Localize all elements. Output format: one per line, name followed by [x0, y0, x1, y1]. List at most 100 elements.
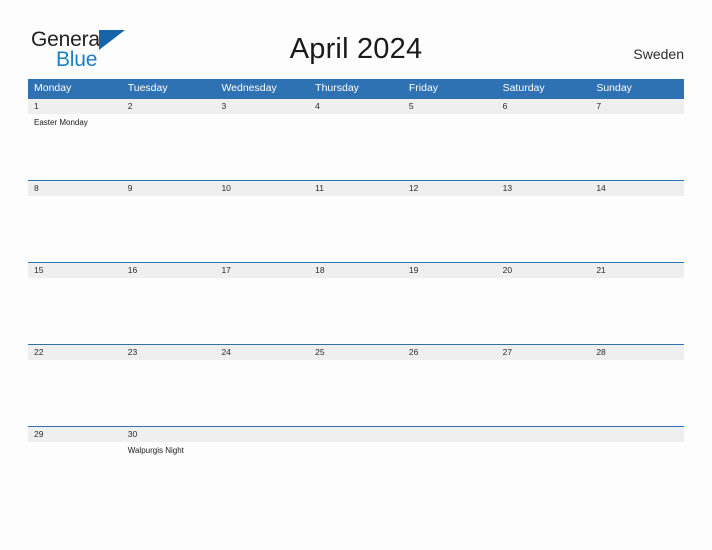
week-date-band: 22 23 24 25 26 27 28 [28, 345, 684, 360]
day-number[interactable]: 5 [403, 99, 497, 114]
calendar-grid: Monday Tuesday Wednesday Thursday Friday… [28, 79, 684, 508]
day-cell[interactable] [215, 360, 309, 426]
day-number[interactable]: 19 [403, 263, 497, 278]
day-number[interactable]: 24 [215, 345, 309, 360]
day-cell[interactable] [497, 278, 591, 344]
day-cell[interactable] [403, 278, 497, 344]
calendar-page: General Blue April 2024 Sweden Monday Tu… [0, 0, 712, 550]
weekday-sunday: Sunday [596, 82, 632, 94]
day-number[interactable]: 28 [590, 345, 684, 360]
day-cell[interactable]: Easter Monday [28, 114, 122, 180]
week-event-band [28, 278, 684, 344]
day-number[interactable]: 4 [309, 99, 403, 114]
week-date-band: 15 16 17 18 19 20 21 [28, 263, 684, 278]
week-date-band: 1 2 3 4 5 6 7 [28, 99, 684, 114]
day-number[interactable]: 11 [309, 181, 403, 196]
week-event-band: Walpurgis Night [28, 442, 684, 508]
page-title: April 2024 [289, 33, 423, 65]
page-header: General Blue April 2024 Sweden [0, 0, 712, 78]
day-number[interactable]: 26 [403, 345, 497, 360]
week-row: 22 23 24 25 26 27 28 [28, 344, 684, 426]
day-number[interactable]: 15 [28, 263, 122, 278]
week-date-band: 29 30 [28, 427, 684, 442]
day-number [215, 427, 309, 442]
day-cell [215, 442, 309, 508]
week-event-band: Easter Monday [28, 114, 684, 180]
day-cell[interactable] [215, 196, 309, 262]
day-number[interactable]: 10 [215, 181, 309, 196]
day-event: Easter Monday [34, 118, 88, 127]
day-number[interactable]: 12 [403, 181, 497, 196]
weekday-header-row: Monday Tuesday Wednesday Thursday Friday… [28, 79, 684, 98]
day-cell[interactable] [403, 360, 497, 426]
day-cell[interactable] [403, 114, 497, 180]
day-cell[interactable] [403, 196, 497, 262]
week-row: 29 30 Walpurgis Night [28, 426, 684, 508]
day-cell[interactable] [497, 360, 591, 426]
day-cell[interactable] [309, 360, 403, 426]
weekday-wednesday: Wednesday [221, 82, 277, 94]
day-number [403, 427, 497, 442]
day-number[interactable]: 14 [590, 181, 684, 196]
day-cell[interactable] [215, 278, 309, 344]
week-row: 1 2 3 4 5 6 7 Easter Monday [28, 98, 684, 180]
day-number[interactable]: 6 [497, 99, 591, 114]
day-cell[interactable] [497, 114, 591, 180]
day-cell[interactable] [309, 278, 403, 344]
day-number[interactable]: 17 [215, 263, 309, 278]
day-number [497, 427, 591, 442]
day-cell[interactable] [590, 196, 684, 262]
day-number[interactable]: 2 [122, 99, 216, 114]
day-number[interactable]: 16 [122, 263, 216, 278]
day-number [590, 427, 684, 442]
day-number[interactable]: 18 [309, 263, 403, 278]
day-number[interactable]: 3 [215, 99, 309, 114]
day-number[interactable]: 25 [309, 345, 403, 360]
day-number[interactable]: 22 [28, 345, 122, 360]
day-number[interactable]: 29 [28, 427, 122, 442]
weekday-tuesday: Tuesday [127, 82, 168, 94]
day-number[interactable]: 8 [28, 181, 122, 196]
day-cell[interactable] [590, 360, 684, 426]
weekday-thursday: Thursday [315, 82, 359, 94]
weekday-monday: Monday [34, 82, 72, 94]
week-date-band: 8 9 10 11 12 13 14 [28, 181, 684, 196]
day-number[interactable]: 7 [590, 99, 684, 114]
day-cell[interactable] [590, 114, 684, 180]
day-number[interactable]: 20 [497, 263, 591, 278]
day-cell [590, 442, 684, 508]
day-number [309, 427, 403, 442]
day-number[interactable]: 23 [122, 345, 216, 360]
day-cell[interactable] [309, 196, 403, 262]
day-cell[interactable] [122, 360, 216, 426]
day-cell[interactable] [28, 196, 122, 262]
day-cell[interactable] [28, 442, 122, 508]
week-event-band [28, 360, 684, 426]
day-number[interactable]: 13 [497, 181, 591, 196]
day-cell[interactable] [28, 360, 122, 426]
weekday-friday: Friday [408, 82, 439, 94]
day-cell [497, 442, 591, 508]
day-cell[interactable] [497, 196, 591, 262]
day-cell[interactable] [122, 114, 216, 180]
day-number[interactable]: 1 [28, 99, 122, 114]
day-cell[interactable] [122, 278, 216, 344]
day-cell[interactable]: Walpurgis Night [122, 442, 216, 508]
week-row: 15 16 17 18 19 20 21 [28, 262, 684, 344]
day-cell[interactable] [590, 278, 684, 344]
day-event: Walpurgis Night [127, 446, 184, 455]
week-row: 8 9 10 11 12 13 14 [28, 180, 684, 262]
day-number[interactable]: 9 [122, 181, 216, 196]
day-cell[interactable] [122, 196, 216, 262]
weekday-saturday: Saturday [502, 82, 545, 94]
day-cell [309, 442, 403, 508]
day-number[interactable]: 30 [122, 427, 216, 442]
day-number[interactable]: 21 [590, 263, 684, 278]
day-cell [403, 442, 497, 508]
day-cell[interactable] [215, 114, 309, 180]
country-label: Sweden [633, 46, 684, 62]
day-number[interactable]: 27 [497, 345, 591, 360]
week-event-band [28, 196, 684, 262]
day-cell[interactable] [309, 114, 403, 180]
day-cell[interactable] [28, 278, 122, 344]
